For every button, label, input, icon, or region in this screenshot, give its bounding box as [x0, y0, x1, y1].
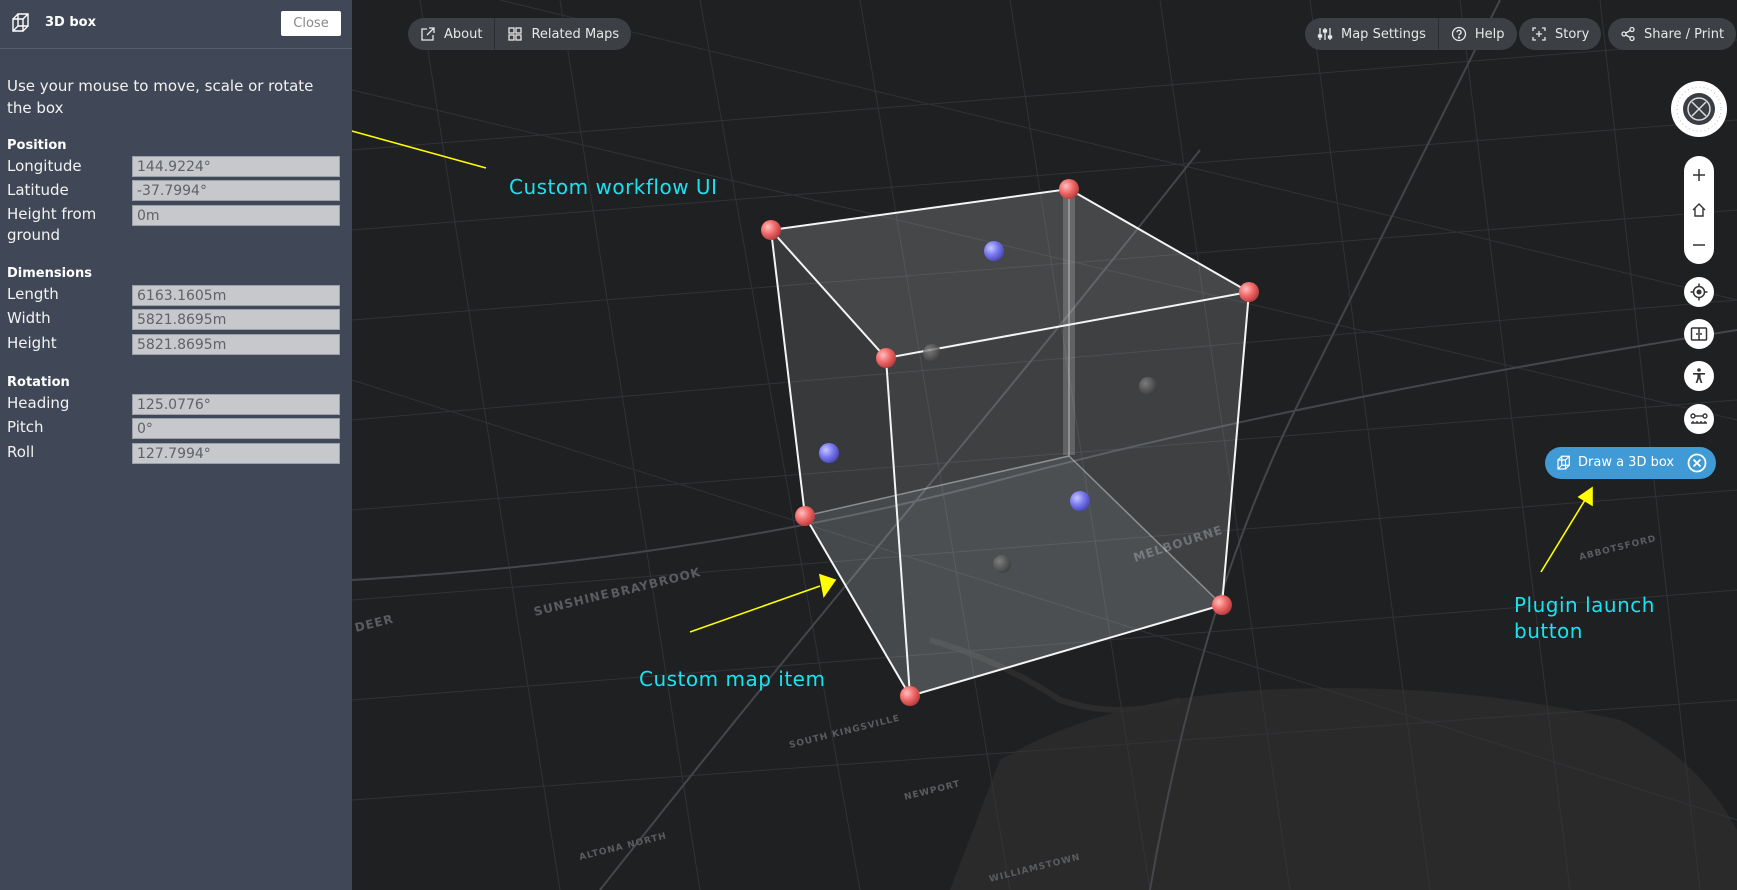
- face-handle-hidden[interactable]: [993, 555, 1011, 573]
- compass-control[interactable]: [1671, 81, 1727, 137]
- measure-icon: [1690, 413, 1708, 424]
- annotation-workflow-ui: Custom workflow UI: [509, 175, 718, 199]
- face-handle[interactable]: [1070, 491, 1090, 511]
- story-label: Story: [1555, 26, 1590, 42]
- panel-title: 3D box: [45, 15, 96, 30]
- 3d-box-item[interactable]: [761, 179, 1259, 706]
- share-print-button[interactable]: Share / Print: [1608, 18, 1736, 50]
- height-from-ground-label: Height from ground: [7, 205, 97, 244]
- longitude-field[interactable]: [132, 156, 340, 177]
- corner-handle[interactable]: [795, 506, 815, 526]
- zoom-control: [1684, 156, 1714, 264]
- heading-label: Heading: [7, 394, 70, 412]
- height-label: Height: [7, 334, 57, 352]
- latitude-field[interactable]: [132, 180, 340, 201]
- map-viewport[interactable]: SUNSHINE BRAYBROOK MELBOURNE SOUTH KINGS…: [352, 0, 1737, 890]
- measure-button[interactable]: [1684, 404, 1714, 434]
- accessibility-button[interactable]: [1684, 361, 1714, 391]
- length-label: Length: [7, 285, 59, 303]
- external-link-icon: [421, 27, 435, 41]
- close-circle-icon[interactable]: [1687, 453, 1707, 473]
- section-position: Position: [7, 138, 67, 153]
- map-label-braybrook: BRAYBROOK: [609, 565, 702, 601]
- section-rotation: Rotation: [7, 375, 70, 390]
- 3d-box-icon: [1557, 455, 1570, 470]
- map-label-deer: DEER: [353, 612, 395, 635]
- map-settings-label: Map Settings: [1341, 26, 1426, 42]
- corner-handle[interactable]: [876, 348, 896, 368]
- split-screen-icon: [1690, 327, 1708, 341]
- top-right-toolbar: Map Settings Help: [1305, 18, 1517, 50]
- face-handle-hidden[interactable]: [923, 344, 941, 362]
- sliders-icon: [1317, 28, 1333, 40]
- corner-handle[interactable]: [1059, 179, 1079, 199]
- corner-handle[interactable]: [761, 220, 781, 240]
- roll-label: Roll: [7, 443, 35, 461]
- map-label-newport: NEWPORT: [903, 779, 961, 803]
- draw-3d-box-button[interactable]: Draw a 3D box: [1545, 447, 1716, 479]
- share-print-label: Share / Print: [1644, 26, 1725, 42]
- section-dimensions: Dimensions: [7, 266, 92, 281]
- share-icon: [1621, 26, 1635, 42]
- home-button[interactable]: [1684, 195, 1714, 225]
- pitch-field[interactable]: [132, 418, 340, 439]
- draw-3d-box-label: Draw a 3D box: [1578, 455, 1675, 470]
- annotation-map-item: Custom map item: [639, 667, 826, 691]
- roll-field[interactable]: [132, 443, 340, 464]
- height-from-ground-field[interactable]: [132, 205, 340, 226]
- map-label-altona-north: ALTONA NORTH: [578, 831, 668, 862]
- accessibility-icon: [1693, 368, 1705, 383]
- about-label: About: [444, 26, 483, 42]
- story-toolbar: Story: [1519, 18, 1602, 50]
- map-settings-button[interactable]: Map Settings: [1305, 18, 1439, 50]
- zoom-out-button[interactable]: [1684, 230, 1714, 260]
- width-label: Width: [7, 309, 51, 327]
- map-label-abbotsford: ABBOTSFORD: [1578, 534, 1657, 563]
- panel-instructions: Use your mouse to move, scale or rotate …: [7, 77, 314, 117]
- story-button[interactable]: Story: [1519, 18, 1601, 50]
- length-field[interactable]: [132, 285, 340, 306]
- corner-handle[interactable]: [1239, 282, 1259, 302]
- corner-handle[interactable]: [1212, 595, 1232, 615]
- story-icon: [1532, 27, 1546, 41]
- heading-field[interactable]: [132, 394, 340, 415]
- workflow-panel: 3D box Close Use your mouse to move, sca…: [0, 0, 352, 890]
- longitude-label: Longitude: [7, 157, 82, 175]
- panel-header: 3D box Close: [0, 0, 352, 49]
- share-toolbar: Share / Print: [1608, 18, 1737, 50]
- close-button[interactable]: Close: [281, 11, 341, 36]
- question-circle-icon: [1451, 26, 1467, 42]
- help-button[interactable]: Help: [1439, 18, 1517, 50]
- plus-icon: [1693, 169, 1705, 181]
- height-field[interactable]: [132, 334, 340, 355]
- home-icon: [1692, 203, 1706, 217]
- map-label-sunshine: SUNSHINE: [532, 586, 611, 618]
- grid-icon: [508, 27, 523, 41]
- compass-icon: [1676, 86, 1722, 132]
- latitude-label: Latitude: [7, 181, 69, 199]
- face-handle[interactable]: [984, 241, 1004, 261]
- face-handle-hidden[interactable]: [1139, 377, 1157, 395]
- top-left-toolbar: About Related Maps: [408, 18, 632, 50]
- about-button[interactable]: About: [408, 18, 496, 50]
- split-screen-button[interactable]: [1684, 319, 1714, 349]
- 3d-box-icon: [12, 13, 29, 32]
- corner-handle[interactable]: [900, 686, 920, 706]
- related-maps-button[interactable]: Related Maps: [495, 18, 631, 50]
- width-field[interactable]: [132, 309, 340, 330]
- help-label: Help: [1474, 26, 1505, 42]
- locate-button[interactable]: [1684, 277, 1714, 307]
- face-handle[interactable]: [819, 443, 839, 463]
- map-label-south-kingsville: SOUTH KINGSVILLE: [788, 714, 901, 751]
- related-maps-label: Related Maps: [531, 26, 620, 42]
- map-canvas[interactable]: SUNSHINE BRAYBROOK MELBOURNE SOUTH KINGS…: [352, 0, 1737, 890]
- crosshair-icon: [1690, 283, 1708, 301]
- minus-icon: [1693, 244, 1705, 246]
- annotation-plugin-button: Plugin launch button: [1514, 593, 1655, 643]
- pitch-label: Pitch: [7, 418, 44, 436]
- zoom-in-button[interactable]: [1684, 160, 1714, 190]
